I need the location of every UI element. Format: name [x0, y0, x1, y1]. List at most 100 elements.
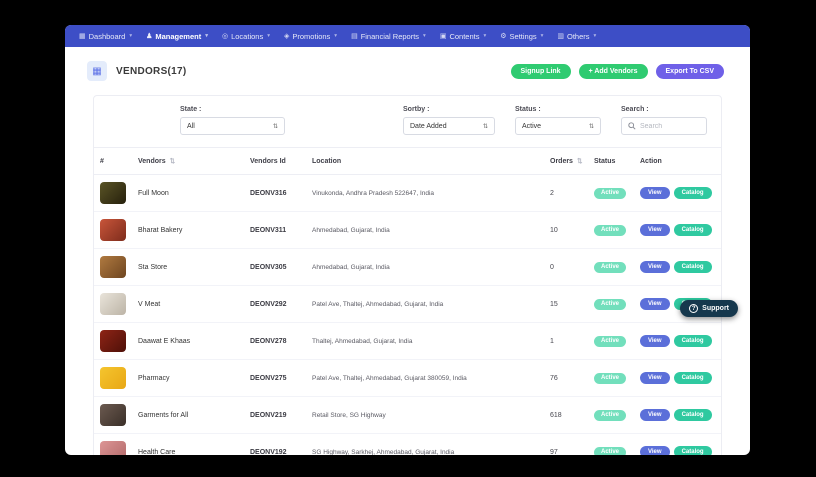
- vendor-name: Health Care: [132, 434, 244, 456]
- vendor-id: DEONV311: [244, 212, 306, 249]
- status-badge: Active: [594, 262, 626, 273]
- table-row: Garments for All DEONV219 Retail Store, …: [94, 397, 721, 434]
- vendors-card: State : All ⇅ Sortby : Date Added ⇅ Stat…: [93, 95, 722, 455]
- vendor-name: Full Moon: [132, 175, 244, 212]
- chevron-down-icon: ▾: [267, 33, 270, 39]
- nav-item-dashboard[interactable]: ▦ Dashboard ▾: [79, 32, 132, 41]
- table-row: V Meat DEONV292 Patel Ave, Thaltej, Ahme…: [94, 286, 721, 323]
- catalog-button[interactable]: Catalog: [674, 187, 712, 199]
- state-select[interactable]: All ⇅: [180, 117, 285, 135]
- vendor-thumbnail: [100, 441, 126, 455]
- catalog-button[interactable]: Catalog: [674, 372, 712, 384]
- nav-item-contents[interactable]: ▣ Contents ▾: [440, 32, 486, 41]
- nav-label: Management: [155, 32, 201, 41]
- grid-icon: ▦: [92, 66, 101, 77]
- vendor-id: DEONV275: [244, 360, 306, 397]
- question-mark-icon: ?: [689, 304, 698, 313]
- table-row: Sta Store DEONV305 Ahmedabad, Gujarat, I…: [94, 249, 721, 286]
- contents-icon: ▣: [440, 32, 447, 40]
- nav-label: Promotions: [292, 32, 330, 41]
- page-title: VENDORS(17): [116, 66, 187, 77]
- select-arrow-icon: ⇅: [483, 123, 488, 130]
- chevron-down-icon: ▾: [541, 33, 544, 39]
- top-navbar: ▦ Dashboard ▾ ♟ Management ▾ ◎ Locations…: [65, 25, 750, 47]
- select-arrow-icon: ⇅: [273, 123, 278, 130]
- vendor-thumbnail: [100, 293, 126, 315]
- vendor-name: V Meat: [132, 286, 244, 323]
- view-button[interactable]: View: [640, 224, 670, 236]
- vendor-orders: 15: [544, 286, 588, 323]
- view-button[interactable]: View: [640, 372, 670, 384]
- sort-icon: ⇅: [170, 158, 175, 165]
- search-icon: [628, 122, 636, 130]
- status-badge: Active: [594, 410, 626, 421]
- catalog-button[interactable]: Catalog: [674, 335, 712, 347]
- chevron-down-icon: ▾: [423, 33, 426, 39]
- chevron-down-icon: ▾: [594, 33, 597, 39]
- vendor-orders: 76: [544, 360, 588, 397]
- status-badge: Active: [594, 299, 626, 310]
- col-header-location: Location: [306, 148, 544, 175]
- status-filter-label: Status :: [515, 106, 601, 113]
- export-csv-button[interactable]: Export To CSV: [656, 64, 724, 79]
- signup-link-button[interactable]: Signup Link: [511, 64, 571, 79]
- chevron-down-icon: ▾: [334, 33, 337, 39]
- chevron-down-icon: ▾: [129, 33, 132, 39]
- status-badge: Active: [594, 225, 626, 236]
- nav-label: Dashboard: [89, 32, 126, 41]
- nav-item-financial-reports[interactable]: ▤ Financial Reports ▾: [351, 32, 426, 41]
- nav-label: Others: [567, 32, 590, 41]
- catalog-button[interactable]: Catalog: [674, 224, 712, 236]
- nav-item-others[interactable]: ▥ Others ▾: [557, 32, 596, 41]
- nav-label: Settings: [510, 32, 537, 41]
- sortby-select-value: Date Added: [410, 123, 447, 130]
- page-header: ▦ VENDORS(17) Signup Link + Add Vendors …: [65, 47, 750, 93]
- nav-item-settings[interactable]: ⚙ Settings ▾: [500, 32, 543, 41]
- table-row: Pharmacy DEONV275 Patel Ave, Thaltej, Ah…: [94, 360, 721, 397]
- vendor-location: Ahmedabad, Gujarat, India: [306, 249, 544, 286]
- view-button[interactable]: View: [640, 446, 670, 455]
- search-filter-label: Search :: [621, 106, 707, 113]
- sortby-select[interactable]: Date Added ⇅: [403, 117, 495, 135]
- person-icon: ♟: [146, 32, 152, 40]
- table-header-row: # Vendors⇅ Vendors Id Location Orders⇅ S…: [94, 148, 721, 175]
- state-filter-label: State :: [180, 106, 285, 113]
- catalog-button[interactable]: Catalog: [674, 261, 712, 273]
- view-button[interactable]: View: [640, 187, 670, 199]
- vendor-orders: 2: [544, 175, 588, 212]
- view-button[interactable]: View: [640, 335, 670, 347]
- vendor-orders: 0: [544, 249, 588, 286]
- status-badge: Active: [594, 373, 626, 384]
- vendor-location: Thaltej, Ahmedabad, Gujarat, India: [306, 323, 544, 360]
- nav-label: Locations: [231, 32, 263, 41]
- nav-label: Contents: [449, 32, 479, 41]
- vendor-thumbnail: [100, 256, 126, 278]
- nav-item-promotions[interactable]: ◈ Promotions ▾: [284, 32, 337, 41]
- add-vendors-button[interactable]: + Add Vendors: [579, 64, 648, 79]
- status-select[interactable]: Active ⇅: [515, 117, 601, 135]
- vendor-orders: 618: [544, 397, 588, 434]
- dashboard-icon: ▦: [79, 32, 86, 40]
- vendors-table: # Vendors⇅ Vendors Id Location Orders⇅ S…: [94, 147, 721, 455]
- search-input[interactable]: [640, 123, 698, 130]
- catalog-button[interactable]: Catalog: [674, 409, 712, 421]
- select-arrow-icon: ⇅: [589, 123, 594, 130]
- view-button[interactable]: View: [640, 298, 670, 310]
- vendor-location: Ahmedabad, Gujarat, India: [306, 212, 544, 249]
- vendor-name: Garments for All: [132, 397, 244, 434]
- status-badge: Active: [594, 188, 626, 199]
- vendor-location: Patel Ave, Thaltej, Ahmedabad, Gujarat 3…: [306, 360, 544, 397]
- search-box: [621, 117, 707, 135]
- view-button[interactable]: View: [640, 409, 670, 421]
- vendor-id: DEONV192: [244, 434, 306, 456]
- location-pin-icon: ◎: [222, 32, 228, 40]
- vendor-thumbnail: [100, 182, 126, 204]
- catalog-button[interactable]: Catalog: [674, 446, 712, 455]
- nav-item-locations[interactable]: ◎ Locations ▾: [222, 32, 270, 41]
- filters-bar: State : All ⇅ Sortby : Date Added ⇅ Stat…: [94, 96, 721, 147]
- view-button[interactable]: View: [640, 261, 670, 273]
- nav-item-management[interactable]: ♟ Management ▾: [146, 32, 208, 41]
- support-button[interactable]: ? Support: [680, 300, 738, 317]
- col-header-vendors[interactable]: Vendors⇅: [132, 148, 244, 175]
- col-header-orders[interactable]: Orders⇅: [544, 148, 588, 175]
